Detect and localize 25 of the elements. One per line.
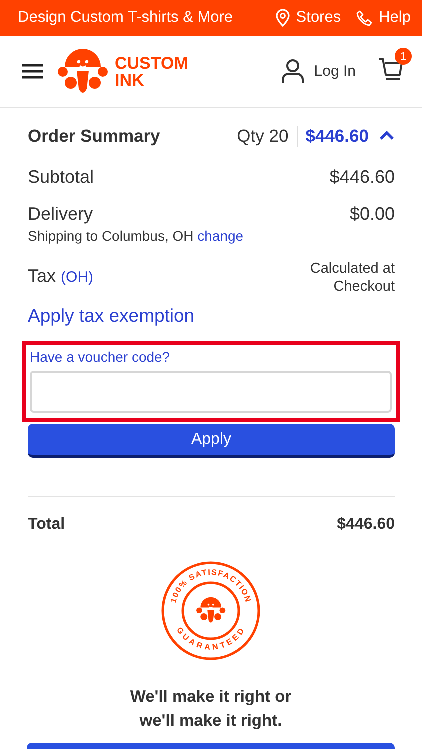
stores-link[interactable]: Stores	[276, 9, 342, 27]
promo-text: Design Custom T-shirts & More	[18, 9, 234, 27]
help-link[interactable]: Help	[356, 9, 411, 27]
line-label: Tax	[28, 266, 56, 286]
guarantee-text: We'll make it right or we'll make it right.	[129, 687, 293, 732]
line-label: Delivery	[28, 204, 94, 225]
line-value: $0.00	[350, 204, 395, 225]
order-summary-title: Order Summary	[28, 126, 162, 146]
tax-region-link[interactable]: (OH)	[61, 269, 94, 286]
line-value: $446.60	[330, 166, 395, 188]
summary-total: $446.60	[306, 126, 369, 146]
tax-exemption-link[interactable]: Apply tax exemption	[28, 305, 195, 327]
apply-button[interactable]: Apply	[28, 424, 395, 458]
cart-count-badge: 1	[395, 48, 412, 65]
line-label: Subtotal	[28, 166, 94, 188]
quantity-text: Qty 20	[237, 126, 298, 146]
change-link[interactable]: change	[198, 228, 244, 244]
total-value: $446.60	[337, 516, 395, 534]
login-link[interactable]: Log In	[282, 59, 356, 84]
shipping-note: Shipping to Columbus, OH change	[28, 228, 244, 244]
line-value: Calculated at Checkout	[309, 260, 395, 296]
logo-text: CUSTOM	[115, 54, 188, 72]
voucher-link[interactable]: Have a voucher code?	[30, 349, 170, 365]
total-label: Total	[28, 516, 66, 534]
logo-text: INK	[115, 72, 146, 88]
